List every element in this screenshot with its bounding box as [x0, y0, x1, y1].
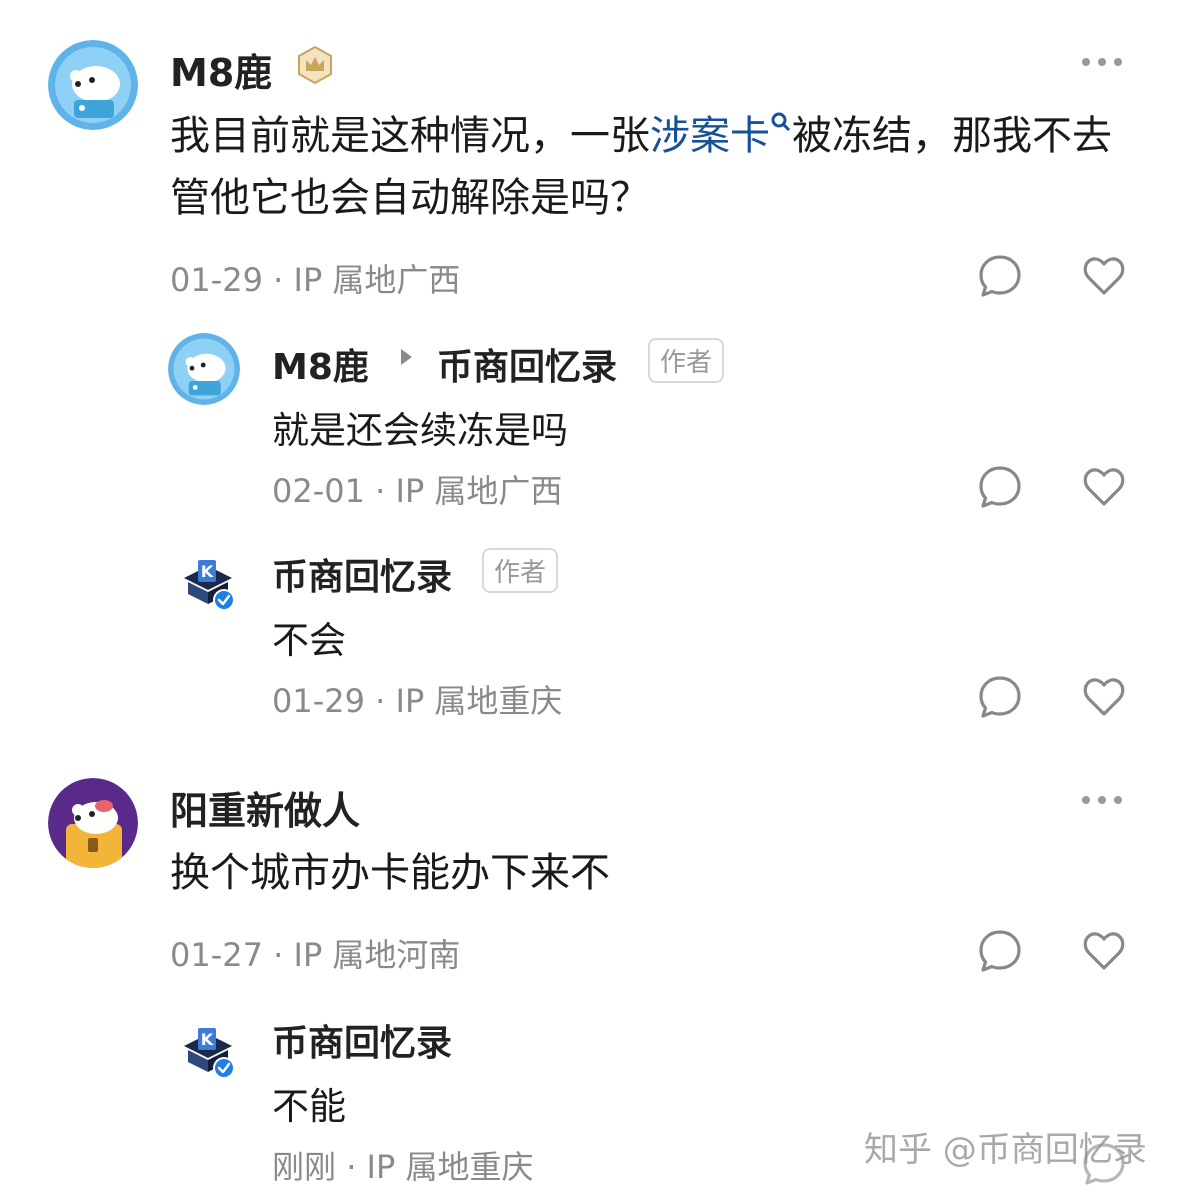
reply-button[interactable]	[974, 250, 1026, 302]
like-button[interactable]	[1078, 461, 1130, 513]
comment-author[interactable]: 阳重新做人	[170, 780, 360, 835]
reply-author[interactable]: M8鹿	[272, 338, 369, 390]
like-button[interactable]	[1078, 671, 1130, 723]
reply-content: 不能	[272, 1085, 346, 1128]
reply-author[interactable]: 币商回忆录	[272, 548, 452, 600]
logo-avatar-icon: K	[184, 1028, 235, 1079]
avatar-m8lu[interactable]	[168, 333, 240, 405]
comment-icon	[979, 930, 1021, 972]
comment-icon	[979, 255, 1021, 297]
search-icon	[771, 112, 791, 132]
keyword-link[interactable]: 涉案卡	[650, 112, 792, 159]
like-button[interactable]	[1078, 925, 1130, 977]
more-options-button[interactable]	[1080, 790, 1124, 814]
comment-meta: 01-27 · IP 属地河南	[170, 936, 461, 974]
reply-to-user[interactable]: 币商回忆录	[437, 338, 617, 390]
more-icon	[1082, 796, 1122, 804]
reply-content: 不会	[272, 619, 346, 662]
verified-badge-icon	[215, 591, 233, 609]
comment-icon	[979, 676, 1021, 718]
comment-content: 我目前就是这种情况，一张涉案卡 被冻结，那我不去管他它也会自动解除是吗？	[170, 112, 1112, 221]
logo-avatar-icon: K	[184, 560, 235, 611]
author-tag: 作者	[648, 338, 725, 383]
polar-bear-avatar-icon	[168, 333, 240, 405]
like-icon	[1083, 468, 1125, 506]
avatar-yang[interactable]	[48, 778, 138, 868]
avatar-bishang[interactable]: K	[178, 552, 242, 616]
like-icon	[1083, 678, 1125, 716]
comment-icon	[979, 466, 1021, 508]
reply-author[interactable]: 币商回忆录	[272, 1014, 452, 1066]
comment-content: 换个城市办卡能办下来不	[170, 850, 610, 896]
like-icon	[1083, 932, 1125, 970]
verified-badge-icon	[215, 1059, 233, 1077]
comment-meta: 01-29 · IP 属地广西	[170, 261, 461, 299]
reply-button[interactable]	[974, 671, 1026, 723]
svg-text:K: K	[201, 1030, 214, 1049]
reply-button[interactable]	[974, 461, 1026, 513]
more-icon	[1082, 58, 1122, 66]
reply-button[interactable]	[974, 925, 1026, 977]
comment-author[interactable]: M8鹿	[170, 42, 272, 97]
avatar-bishang[interactable]: K	[178, 1020, 242, 1084]
watermark: 知乎 @币商回忆录	[864, 1130, 1147, 1170]
reply-meta: 02-01 · IP 属地广西	[272, 472, 563, 510]
reply-meta: 刚刚 · IP 属地重庆	[272, 1148, 534, 1186]
like-icon	[1083, 257, 1125, 295]
polar-bear-avatar-icon	[48, 40, 138, 130]
avatar-m8lu[interactable]	[48, 40, 138, 130]
crown-badge-icon	[295, 45, 335, 89]
reply-meta: 01-29 · IP 属地重庆	[272, 682, 563, 720]
reply-arrow-icon	[398, 347, 414, 371]
svg-text:K: K	[201, 562, 214, 581]
polar-bear-avatar-icon	[48, 778, 138, 868]
reply-content: 就是还会续冻是吗	[272, 409, 568, 452]
like-button[interactable]	[1078, 250, 1130, 302]
author-tag: 作者	[482, 548, 559, 593]
more-options-button[interactable]	[1080, 52, 1124, 76]
